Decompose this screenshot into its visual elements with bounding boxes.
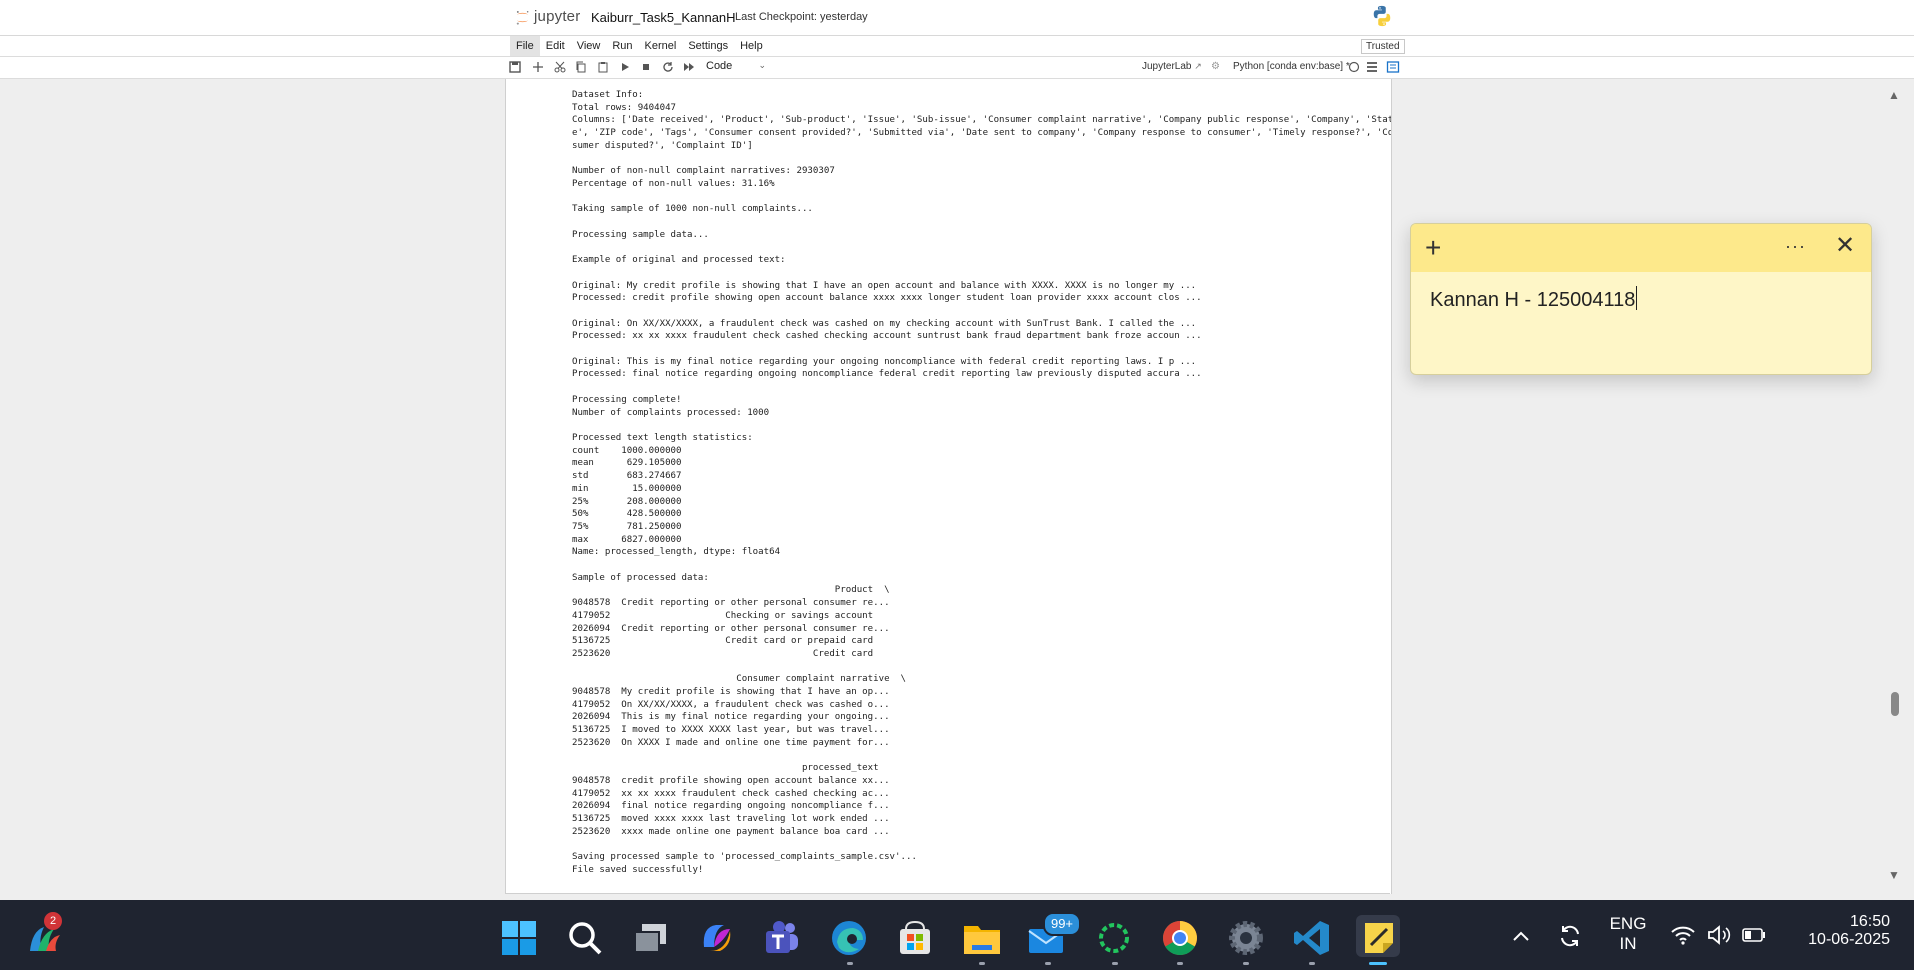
region-code: IN [1619,934,1637,953]
jupyter-wordmark: jupyter [534,8,581,25]
menu-kernel[interactable]: Kernel [639,36,683,56]
scroll-up-arrow-icon[interactable]: ▲ [1888,88,1900,102]
cut-icon[interactable] [553,60,567,74]
settings-icon[interactable] [1226,918,1266,958]
sync-app-icon[interactable] [1095,919,1133,957]
menu-bar: File Edit View Run Kernel Settings Help [0,36,1914,56]
stop-icon[interactable] [639,60,653,74]
sticky-notes-running-indicator [1369,962,1387,965]
jupyterlab-label: JupyterLab [1142,61,1192,72]
language-indicator[interactable]: ENG IN [1608,914,1648,954]
add-note-icon[interactable]: + [1425,234,1441,262]
menu-settings[interactable]: Settings [682,36,734,56]
kernel-status-icon [1348,61,1360,73]
restart-icon[interactable] [661,60,675,74]
cell-type-value: Code [706,60,733,72]
explorer-running-indicator [979,962,985,965]
menu-file[interactable]: File [510,36,540,56]
more-options-icon[interactable]: ··· [1785,236,1806,257]
settings-running-indicator [1243,962,1249,965]
copilot-icon[interactable] [698,919,736,957]
windows-start-icon[interactable] [500,919,538,957]
notebook-panel[interactable]: Dataset Info: Total rows: 9404047 Column… [505,79,1392,894]
sticky-note-text: Kannan H - 125004118 [1430,289,1636,311]
checkpoint-status: Last Checkpoint: yesterday [735,11,868,23]
scrollbar-thumb[interactable] [1891,692,1899,716]
battery-icon[interactable] [1741,926,1767,944]
cell-output: Dataset Info: Total rows: 9404047 Column… [572,90,1392,875]
cell-type-select[interactable]: Code ⌄ [706,60,766,75]
sticky-note-header: + ··· ✕ [1411,224,1871,272]
fast-forward-icon[interactable] [682,60,696,74]
menu-help[interactable]: Help [734,36,769,56]
show-hidden-icons-chevron-icon[interactable] [1511,928,1531,944]
wifi-icon[interactable] [1670,924,1696,946]
mail-badge: 99+ [1043,912,1081,936]
settings-gear-icon[interactable]: ⚙ [1211,61,1220,72]
text-caret [1636,286,1638,310]
scroll-down-arrow-icon[interactable]: ▼ [1888,868,1900,882]
edge-running-indicator [847,962,853,965]
main-menu: File Edit View Run Kernel Settings Help [510,36,769,56]
clock[interactable]: 16:50 10-06-2025 [1790,913,1890,949]
paste-icon[interactable] [596,60,610,74]
python-logo-icon [1373,5,1391,27]
trusted-badge[interactable]: Trusted [1361,39,1405,54]
sticky-notes-icon [1365,923,1393,953]
menu-view[interactable]: View [571,36,607,56]
copy-icon[interactable] [574,60,588,74]
jupyter-orb-icon [516,10,529,25]
app-header: jupyter Kaiburr_Task5_KannanH Last Check… [0,0,1914,35]
microsoft-store-icon[interactable] [896,919,934,957]
kernel-name[interactable]: Python [conda env:base] * [1233,61,1350,72]
teams-icon[interactable] [762,919,802,957]
add-cell-icon[interactable] [531,60,545,74]
chevron-down-icon: ⌄ [758,60,766,70]
file-explorer-icon[interactable] [962,920,1002,956]
chrome-running-indicator [1177,962,1183,965]
clock-time: 16:50 [1849,913,1890,930]
sync-status-icon[interactable] [1556,922,1584,950]
task-view-icon[interactable] [632,921,670,957]
run-icon[interactable] [618,60,632,74]
menu-edit[interactable]: Edit [540,36,571,56]
menu-icon[interactable] [1365,60,1379,74]
save-icon[interactable] [508,60,522,74]
clock-date: 10-06-2025 [1808,931,1890,948]
sync-running-indicator [1112,962,1118,965]
menu-run[interactable]: Run [606,36,638,56]
sticky-note[interactable]: + ··· ✕ Kannan H - 125004118 [1410,223,1872,375]
jupyterlab-link[interactable]: JupyterLab ↗ [1142,61,1202,72]
toggle-panel-icon[interactable] [1386,60,1400,74]
edge-browser-icon[interactable] [829,918,869,958]
sticky-note-body[interactable]: Kannan H - 125004118 [1430,286,1638,312]
vscode-running-indicator [1309,962,1315,965]
widgets-badge: 2 [44,912,62,930]
external-link-icon: ↗ [1194,61,1202,71]
notebook-toolbar: Code ⌄ JupyterLab ↗ ⚙ Python [conda env:… [0,57,1914,78]
volume-icon[interactable] [1706,924,1732,946]
language-code: ENG [1609,914,1647,933]
notebook-title[interactable]: Kaiburr_Task5_KannanH [591,10,736,25]
close-icon[interactable]: ✕ [1835,234,1855,258]
chrome-icon[interactable] [1160,918,1200,958]
vscode-icon[interactable] [1292,918,1332,958]
search-icon[interactable] [566,919,604,957]
mail-running-indicator [1045,962,1051,965]
